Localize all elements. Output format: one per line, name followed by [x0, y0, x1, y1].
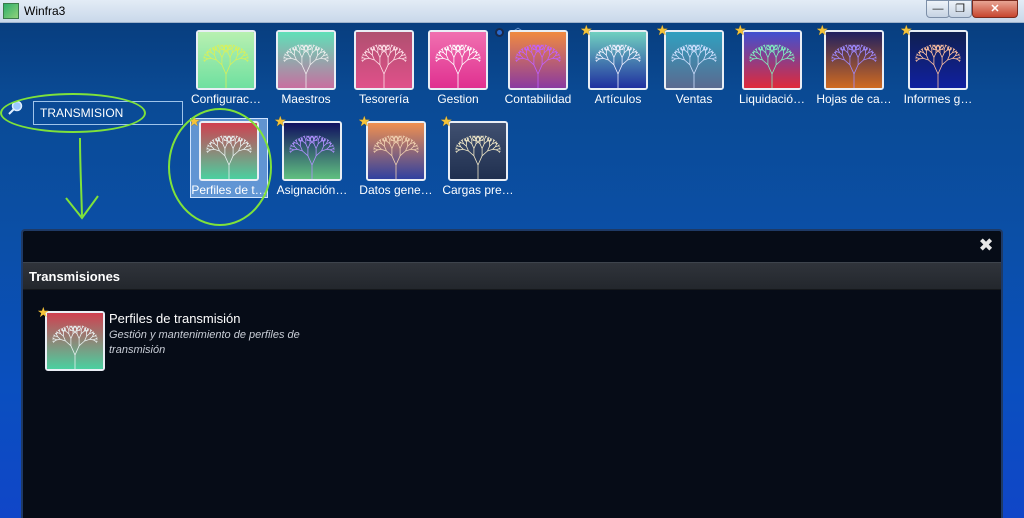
tile-label: Hojas de ca…: [816, 92, 892, 106]
tree-thumbnail-icon: [450, 123, 506, 179]
tile-label: Asignación…: [276, 183, 348, 197]
favorite-star-icon[interactable]: ★: [274, 114, 287, 128]
minimize-button[interactable]: —: [926, 0, 950, 18]
tile-thumbnail: [824, 30, 884, 90]
module-tile[interactable]: ★ Ventas: [652, 23, 736, 110]
tile-thumbnail: [908, 30, 968, 90]
result-thumbnail: [45, 311, 105, 371]
favorite-star-icon[interactable]: ★: [440, 114, 453, 128]
module-tile[interactable]: ★ Hojas de ca…: [812, 23, 896, 110]
favorite-star-icon[interactable]: ★: [37, 305, 50, 319]
favorite-star-icon[interactable]: ★: [656, 23, 669, 37]
section-header: Transmisiones: [23, 262, 1001, 290]
tile-label: Contabilidad: [504, 92, 572, 106]
tile-thumbnail: [448, 121, 508, 181]
favorite-star-icon[interactable]: ★: [816, 23, 829, 37]
module-tile[interactable]: ★ Artículos: [576, 23, 660, 110]
search-results-panel: ✖ Transmisiones ★ Perfiles de transmisió…: [21, 229, 1003, 518]
tile-thumbnail: [366, 121, 426, 181]
tile-label: Cargas pre…: [442, 183, 514, 197]
tile-label: Artículos: [594, 92, 642, 106]
tile-label: Tesorería: [358, 92, 410, 106]
tile-thumbnail: [742, 30, 802, 90]
result-title[interactable]: Perfiles de transmisión: [109, 311, 241, 326]
tree-thumbnail-icon: [47, 313, 103, 369]
module-tile[interactable]: Gestion: [416, 30, 500, 110]
tree-thumbnail-icon: [198, 32, 254, 88]
favorite-star-icon[interactable]: ★: [734, 23, 747, 37]
tree-thumbnail-icon: [430, 32, 486, 88]
app-icon: [3, 3, 19, 19]
module-tile[interactable]: Contabilidad: [496, 30, 580, 110]
tile-label: Maestros: [281, 92, 331, 106]
tile-label: Ventas: [675, 92, 713, 106]
tree-thumbnail-icon: [590, 32, 646, 88]
tile-label: Configurac…: [190, 92, 262, 106]
module-tile[interactable]: Maestros: [264, 30, 348, 110]
module-tile[interactable]: Configurac…: [184, 30, 268, 110]
tree-thumbnail-icon: [510, 32, 566, 88]
favorite-star-icon[interactable]: ★: [358, 114, 371, 128]
tile-thumbnail: [428, 30, 488, 90]
tile-highlight-annotation: [168, 108, 272, 226]
close-window-button[interactable]: ✕: [972, 0, 1018, 18]
maximize-button[interactable]: ❐: [948, 0, 972, 18]
tree-thumbnail-icon: [368, 123, 424, 179]
result-description: Gestión y mantenimiento de perfiles de t…: [109, 329, 300, 356]
module-tile[interactable]: ★ Asignación…: [270, 114, 354, 201]
module-tile[interactable]: ★ Liquidació…: [730, 23, 814, 110]
tile-label: Liquidació…: [738, 92, 806, 106]
module-tile[interactable]: Tesorería: [342, 30, 426, 110]
close-panel-icon[interactable]: ✖: [977, 236, 995, 254]
tile-thumbnail: [664, 30, 724, 90]
section-title: Transmisiones: [29, 269, 121, 284]
module-tile[interactable]: ★ Informes g…: [896, 23, 980, 110]
module-tile[interactable]: ★ Cargas pre…: [436, 114, 520, 201]
result-item-perfiles[interactable]: ★ Perfiles de transmisión Gestión y mant…: [37, 305, 345, 375]
tile-thumbnail: [196, 30, 256, 90]
tile-label: Datos gene…: [359, 183, 433, 197]
tile-thumbnail: [276, 30, 336, 90]
tile-label: Informes g…: [903, 92, 973, 106]
tile-thumbnail: [354, 30, 414, 90]
favorite-star-icon[interactable]: ★: [580, 23, 593, 37]
tree-thumbnail-icon: [666, 32, 722, 88]
tile-thumbnail: [508, 30, 568, 90]
tile-thumbnail: [282, 121, 342, 181]
search-highlight-annotation: [0, 93, 146, 133]
tile-thumbnail: [588, 30, 648, 90]
tree-thumbnail-icon: [744, 32, 800, 88]
window-title: Winfra3: [24, 4, 66, 18]
tile-label: Gestion: [437, 92, 479, 106]
tree-thumbnail-icon: [356, 32, 412, 88]
tree-thumbnail-icon: [826, 32, 882, 88]
tree-thumbnail-icon: [910, 32, 966, 88]
tree-thumbnail-icon: [284, 123, 340, 179]
module-tile[interactable]: ★ Datos gene…: [354, 114, 438, 201]
arrow-annotation: [65, 137, 99, 220]
tree-thumbnail-icon: [278, 32, 334, 88]
favorite-star-icon[interactable]: ★: [900, 23, 913, 37]
